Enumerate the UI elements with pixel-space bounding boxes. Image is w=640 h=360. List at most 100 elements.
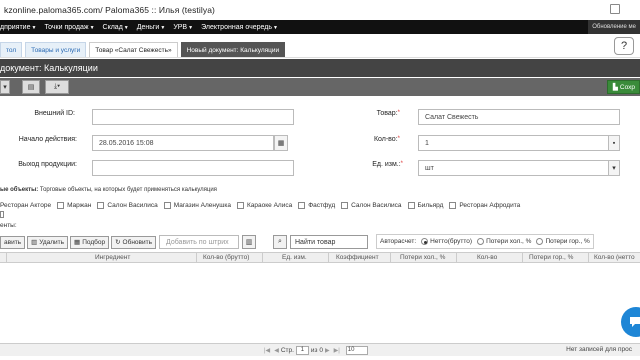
unit-select[interactable]: шт <box>418 160 610 176</box>
object-checkbox-item[interactable]: Бильярд <box>402 201 443 209</box>
last-page-icon[interactable]: ▶| <box>334 347 340 354</box>
add-button[interactable]: авить <box>0 235 26 249</box>
search-icon[interactable]: ⌕ <box>273 235 287 249</box>
start-date-label: Начало действия: <box>18 136 77 143</box>
delete-button[interactable]: ▥ Удалить <box>27 235 69 249</box>
chevron-down-icon: ▼ <box>31 24 37 31</box>
column-divider <box>390 253 391 263</box>
menu-enterprise[interactable]: дприятие▼ <box>0 24 36 31</box>
column-divider <box>456 253 457 263</box>
object-checkbox-item[interactable]: Салон Василиса <box>335 201 402 209</box>
column-coefficient[interactable]: Коэффициент <box>336 254 379 261</box>
column-hot-loss[interactable]: Потери гор., % <box>529 254 573 261</box>
column-qty-gross[interactable]: Кол-во (брутто) <box>203 254 249 261</box>
menu-urv-label: УРВ <box>173 23 188 31</box>
quantity-field[interactable]: 1 <box>418 135 610 151</box>
column-unit[interactable]: Ед. изм. <box>282 254 307 261</box>
menu-warehouse[interactable]: Склад▼ <box>103 24 129 31</box>
unit-label-text: Ед. изм.: <box>372 161 401 168</box>
download-icon[interactable]: ⤓▾ <box>45 80 69 94</box>
delete-button-label: Удалить <box>39 238 65 246</box>
browser-address-bar: kzonline.paloma365.com/ Paloma365 :: Иль… <box>0 0 640 20</box>
autocalc-group: Авторасчет: Нетто(брутто) Потери хол., %… <box>376 234 594 249</box>
tab-new-calculation[interactable]: Новый документ: Калькуляции <box>180 42 286 57</box>
chat-button[interactable] <box>621 307 640 337</box>
barcode-input[interactable]: Добавить по штрих <box>159 235 239 249</box>
menu-money[interactable]: Деньги▼ <box>137 24 166 31</box>
external-id-field[interactable] <box>92 109 294 125</box>
help-icon: ? <box>620 40 628 52</box>
page-input[interactable]: 1 <box>295 346 309 355</box>
quantity-label-text: Кол-во: <box>373 136 398 143</box>
checkbox[interactable] <box>449 201 457 209</box>
grid-icon: ▦ <box>74 239 81 246</box>
page-size-select[interactable]: 10 <box>345 346 368 355</box>
components-table-header: Ингредиент Кол-во (брутто) Ед. изм. Коэф… <box>0 252 640 263</box>
chevron-down-icon: ▼ <box>188 24 194 31</box>
product-field[interactable]: Салат Свежесть <box>418 109 620 125</box>
object-checkbox-item[interactable]: Караоке Алиса <box>231 201 292 209</box>
next-page-icon[interactable]: ▶ <box>325 347 330 354</box>
help-button[interactable]: ? <box>614 37 634 55</box>
checkbox[interactable] <box>341 201 349 209</box>
radio-cold-loss[interactable] <box>477 238 485 245</box>
checkbox[interactable] <box>298 201 306 209</box>
checkbox[interactable] <box>163 201 171 209</box>
calculator-icon[interactable]: ▪ <box>608 135 620 151</box>
product-label-text: Товар: <box>376 110 398 117</box>
checkbox[interactable] <box>237 201 245 209</box>
checkbox[interactable] <box>97 201 105 209</box>
chevron-down-icon: ▼ <box>160 24 166 31</box>
selection-button-label: Подбор <box>82 238 106 246</box>
object-checkbox-item[interactable]: Ресторан Акторе <box>0 202 51 209</box>
selection-button[interactable]: ▦ Подбор <box>70 235 110 249</box>
refresh-icon: ↻ <box>115 239 121 246</box>
tabs-bar: тол Товары и услуги Товар «Салат Свежест… <box>0 34 640 58</box>
menu-points-of-sale[interactable]: Точки продаж▼ <box>44 24 94 31</box>
menu-money-label: Деньги <box>136 23 160 31</box>
refresh-button[interactable]: ↻ Обновить <box>111 235 156 249</box>
column-divider <box>262 253 263 263</box>
chevron-down-icon: ▼ <box>89 24 95 31</box>
address-text[interactable]: kzonline.paloma365.com/ Paloma365 :: Иль… <box>4 5 215 15</box>
output-field[interactable] <box>92 160 294 176</box>
menu-electronic-queue-label: Электронная очередь <box>201 23 272 31</box>
chevron-down-icon[interactable]: ▾ <box>0 80 10 94</box>
update-notice[interactable]: Обновление ме <box>588 20 640 34</box>
checkbox[interactable] <box>407 201 415 209</box>
radio-hot-loss-label: Потери гор., % <box>545 238 590 245</box>
start-date-field[interactable]: 28.05.2016 15:08 <box>92 135 274 151</box>
select-all-checkbox[interactable] <box>0 211 4 218</box>
trade-objects-list: Ресторан Акторе Маржан Салон Василиса Ма… <box>0 199 520 211</box>
chat-icon <box>630 317 640 327</box>
object-name: Фастфуд <box>308 201 336 209</box>
save-button[interactable]: ▙ Сохр <box>606 80 640 94</box>
object-checkbox-item[interactable]: Магазин Аленушка <box>158 201 231 209</box>
prev-page-icon[interactable]: ◀ <box>274 347 279 354</box>
column-divider <box>328 253 329 263</box>
radio-net[interactable] <box>421 238 429 245</box>
find-product-select[interactable]: Найти товар <box>290 235 368 249</box>
object-checkbox-item[interactable]: Фастфуд <box>292 201 336 209</box>
tab-products[interactable]: Товары и услуги <box>25 42 87 57</box>
calendar-icon[interactable]: ▦ <box>274 135 288 151</box>
first-page-icon[interactable]: |◀ <box>264 347 270 354</box>
window-restore-icon[interactable] <box>610 4 620 14</box>
object-name: Маржан <box>67 201 92 209</box>
checkbox[interactable] <box>57 201 65 209</box>
column-qty[interactable]: Кол-во <box>477 254 497 261</box>
radio-hot-loss[interactable] <box>536 238 544 245</box>
column-ingredient[interactable]: Ингредиент <box>95 254 130 261</box>
menu-electronic-queue[interactable]: Электронная очередь▼ <box>201 24 278 31</box>
object-checkbox-item[interactable]: Ресторан Афродита <box>443 201 520 209</box>
object-checkbox-item[interactable]: Маржан <box>51 201 92 209</box>
document-icon[interactable]: ▤ <box>22 80 40 94</box>
column-cold-loss[interactable]: Потери хол., % <box>400 254 445 261</box>
column-qty-net[interactable]: Кол-во (нетто <box>594 254 635 261</box>
chevron-down-icon[interactable]: ▾ <box>608 160 620 176</box>
barcode-icon[interactable]: ▥ <box>242 235 256 249</box>
tab-start[interactable]: тол <box>0 42 23 57</box>
menu-urv[interactable]: УРВ▼ <box>173 24 193 31</box>
object-checkbox-item[interactable]: Салон Василиса <box>91 201 158 209</box>
tab-product-salad[interactable]: Товар «Салат Свежесть» <box>89 42 178 57</box>
